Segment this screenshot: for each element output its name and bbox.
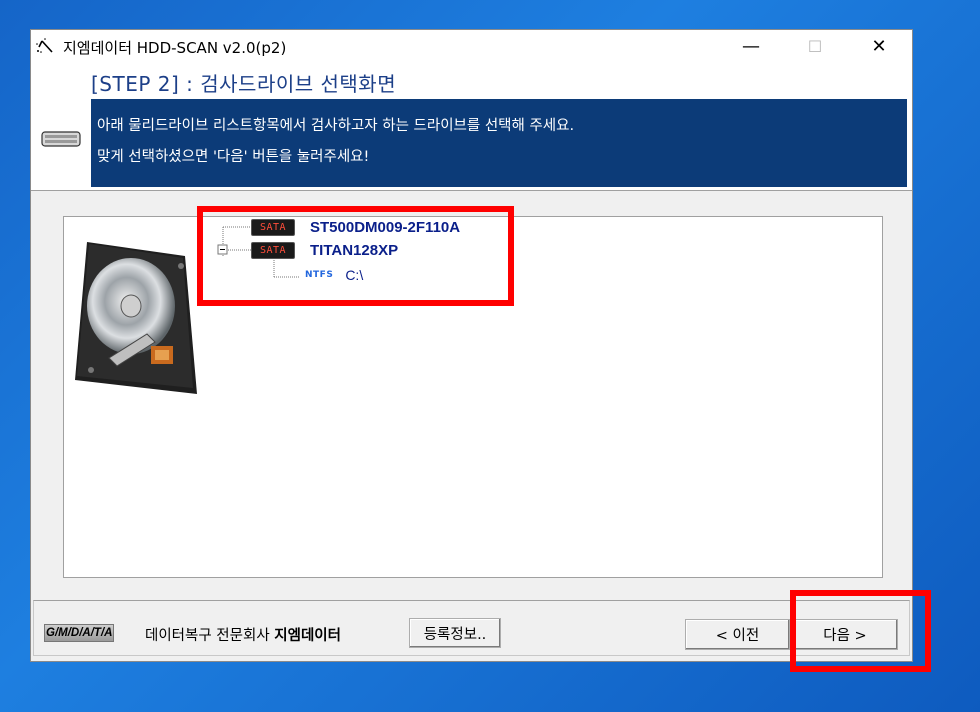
hdd-scan-window: 지엠데이터 HDD-SCAN v2.0(p2) — ☐ ✕ [STEP 2] :… — [30, 29, 913, 662]
gmdata-logo: G/M/D/A/T/A — [44, 624, 115, 642]
company-name: 지엠데이터 — [274, 628, 341, 644]
minimize-button[interactable]: — — [728, 30, 774, 62]
highlight-box-drives — [197, 206, 514, 306]
company-prefix: 데이터복구 전문회사 — [145, 628, 275, 644]
close-button[interactable]: ✕ — [856, 30, 902, 62]
step-title: [STEP 2] : 검사드라이브 선택화면 — [91, 72, 397, 96]
header-area: 지엠데이터 HDD-SCAN v2.0(p2) — ☐ ✕ [STEP 2] :… — [31, 30, 912, 191]
highlight-box-next — [790, 590, 931, 672]
company-text: 데이터복구 전문회사 지엠데이터 — [145, 624, 341, 645]
register-info-button[interactable]: 등록정보.. — [409, 618, 501, 648]
prev-button[interactable]: < 이전 — [685, 619, 790, 650]
scan-sparkle-icon — [36, 38, 53, 53]
window-title: 지엠데이터 HDD-SCAN v2.0(p2) — [63, 39, 287, 57]
hard-disk-image — [75, 242, 197, 394]
instruction-line-2: 맞게 선택하셨으면 '다음' 버튼을 눌러주세요! — [97, 149, 370, 165]
hdd-icon — [41, 131, 81, 147]
titlebar[interactable]: 지엠데이터 HDD-SCAN v2.0(p2) — ☐ ✕ — [31, 30, 912, 62]
instruction-line-1: 아래 물리드라이브 리스트항목에서 검사하고자 하는 드라이브를 선택해 주세요… — [97, 118, 575, 134]
maximize-button[interactable]: ☐ — [792, 30, 838, 62]
instruction-box: 아래 물리드라이브 리스트항목에서 검사하고자 하는 드라이브를 선택해 주세요… — [91, 99, 907, 187]
